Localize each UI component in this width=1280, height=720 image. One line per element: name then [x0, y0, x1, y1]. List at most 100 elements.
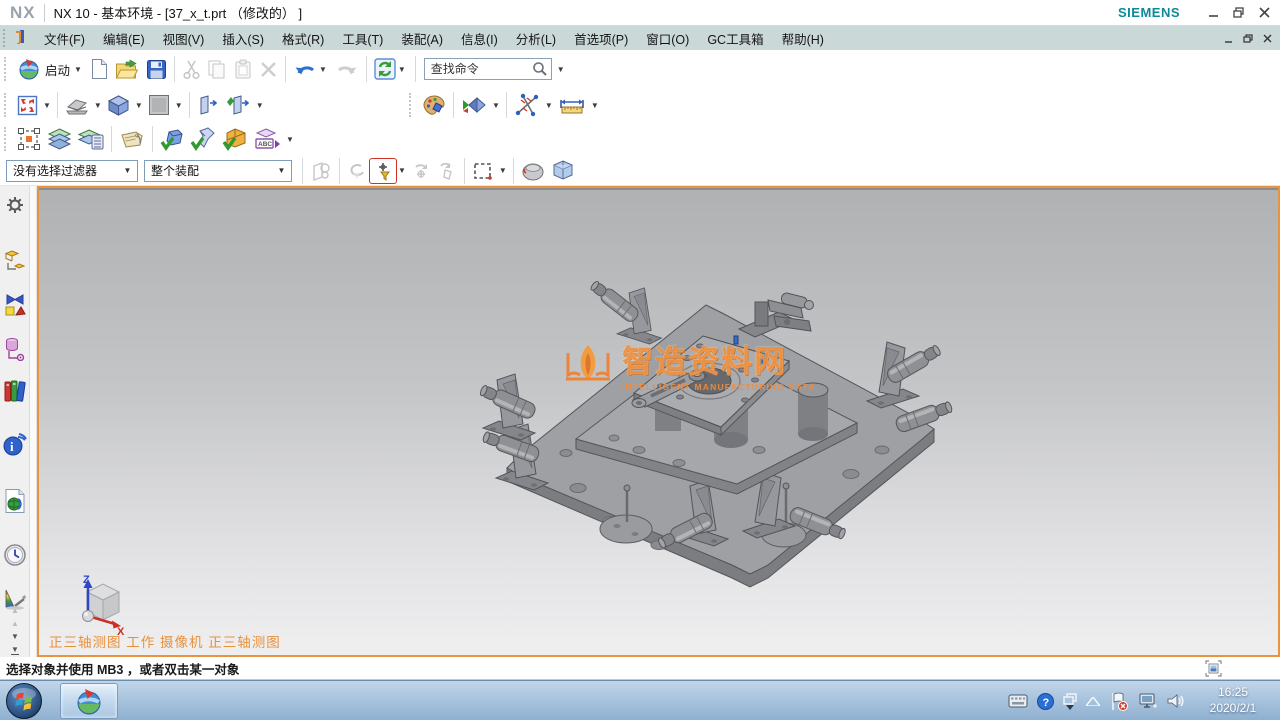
- menu-file[interactable]: 文件(F): [35, 26, 94, 51]
- check-body-button[interactable]: [157, 125, 187, 153]
- layer-visible-button[interactable]: [75, 125, 107, 153]
- doc-close-button[interactable]: [1263, 34, 1272, 43]
- scroll-end-icon[interactable]: ▼: [11, 645, 19, 655]
- minimize-button[interactable]: [1208, 7, 1219, 18]
- start-dropdown-arrow[interactable]: ▼: [74, 65, 82, 74]
- help-tray-icon[interactable]: ?: [1037, 693, 1054, 710]
- clip-section-button[interactable]: [548, 157, 578, 184]
- web-browser-tab[interactable]: [0, 486, 30, 516]
- scroll-up2-icon[interactable]: ▲: [11, 619, 19, 628]
- new-window-button[interactable]: [222, 92, 254, 118]
- part-navigator-tab[interactable]: [0, 334, 30, 364]
- menu-grip[interactable]: [3, 29, 8, 47]
- orient-dropdown-arrow[interactable]: ▼: [135, 101, 143, 110]
- menu-preferences[interactable]: 首选项(P): [565, 26, 637, 51]
- roles-gear-button[interactable]: [0, 190, 30, 220]
- rendering-style-button[interactable]: [62, 93, 92, 117]
- window-tray-item[interactable]: [1063, 693, 1077, 710]
- cut-button[interactable]: [179, 57, 204, 82]
- find-command-input[interactable]: [431, 62, 532, 76]
- snap-handle-button[interactable]: [434, 159, 460, 183]
- show-hide-dropdown-arrow[interactable]: ▼: [492, 101, 500, 110]
- search-icon[interactable]: [532, 61, 548, 77]
- open-file-button[interactable]: [112, 57, 143, 82]
- menu-gc-toolbox[interactable]: GC工具箱: [698, 26, 772, 51]
- shaded-object-button[interactable]: [518, 158, 548, 184]
- background-button[interactable]: [145, 92, 173, 118]
- check-tool-button[interactable]: [187, 125, 219, 153]
- menu-tools[interactable]: 工具(T): [333, 26, 392, 51]
- toolbar-grip[interactable]: [4, 57, 9, 81]
- internet-info-tab[interactable]: i: [0, 430, 30, 460]
- measure-dropdown-arrow[interactable]: ▼: [545, 101, 553, 110]
- snap-previous-button[interactable]: [344, 159, 370, 183]
- nx-taskbar-button[interactable]: [60, 683, 118, 719]
- clip-window-button[interactable]: [1205, 660, 1222, 680]
- filter-dropdown-arrow[interactable]: ▼: [120, 162, 135, 180]
- start-button[interactable]: [5, 682, 43, 720]
- measure-button[interactable]: [511, 91, 543, 119]
- refresh-button[interactable]: ▼: [371, 56, 411, 82]
- copy-button[interactable]: [204, 57, 230, 82]
- new-file-button[interactable]: [87, 56, 112, 82]
- text-annotation-button[interactable]: ABC: [250, 125, 284, 153]
- reuse-library-tab[interactable]: [0, 376, 30, 406]
- show-hide-button[interactable]: [458, 93, 490, 118]
- 3d-model-assembly[interactable]: [39, 188, 1280, 657]
- role-palette-button[interactable]: [419, 92, 449, 118]
- interpart-select-button[interactable]: [307, 158, 335, 184]
- undo-dropdown-arrow[interactable]: ▼: [319, 65, 327, 74]
- selection-filter-combo[interactable]: 没有选择过滤器 ▼: [6, 160, 138, 182]
- menu-insert[interactable]: 插入(S): [213, 26, 273, 51]
- doc-restore-button[interactable]: [1243, 34, 1253, 43]
- volume-tray-icon[interactable]: [1167, 693, 1185, 709]
- graphics-viewport[interactable]: 智造资料网 INTELLIGENT MANUFACTURING DATA Z: [37, 186, 1280, 657]
- dimension-button[interactable]: [555, 92, 589, 118]
- fit-view-button[interactable]: [14, 93, 41, 118]
- menu-help[interactable]: 帮助(H): [773, 26, 833, 51]
- dimension-dropdown-arrow[interactable]: ▼: [591, 101, 599, 110]
- toolbar-grip[interactable]: [409, 93, 414, 117]
- menu-window[interactable]: 窗口(O): [637, 26, 698, 51]
- menu-information[interactable]: 信息(I): [452, 26, 507, 51]
- restore-button[interactable]: [1233, 7, 1245, 18]
- scroll-down-icon[interactable]: ▼: [11, 632, 19, 641]
- menu-view[interactable]: 视图(V): [154, 26, 214, 51]
- snap-point-button[interactable]: [370, 159, 396, 183]
- marquee-dropdown-arrow[interactable]: ▼: [499, 166, 507, 175]
- marquee-select-button[interactable]: [469, 159, 497, 183]
- fit-dropdown-arrow[interactable]: ▼: [43, 101, 51, 110]
- network-tray-icon[interactable]: [1138, 693, 1158, 710]
- toolbar-grip[interactable]: [4, 93, 9, 117]
- paste-button[interactable]: [230, 57, 256, 82]
- doc-minimize-button[interactable]: [1224, 34, 1233, 43]
- move-component-button[interactable]: [14, 125, 44, 153]
- orientation-triad[interactable]: Z X: [71, 572, 127, 636]
- constraint-navigator-tab[interactable]: [0, 290, 30, 320]
- resource-bar-resize-handle[interactable]: [30, 186, 37, 657]
- action-center-flag-icon[interactable]: [1109, 692, 1129, 711]
- delete-button[interactable]: [256, 58, 281, 81]
- close-button[interactable]: [1259, 7, 1270, 18]
- note-button[interactable]: [116, 127, 148, 151]
- background-dropdown-arrow[interactable]: ▼: [175, 101, 183, 110]
- scroll-up-icon[interactable]: ▲: [11, 606, 19, 615]
- show-hidden-icons-button[interactable]: [1086, 697, 1100, 706]
- assembly-navigator-tab[interactable]: [0, 246, 30, 276]
- taskbar-clock[interactable]: 16:25 2020/2/1: [1194, 684, 1272, 716]
- save-button[interactable]: [143, 57, 170, 82]
- keyboard-tray-icon[interactable]: [1008, 694, 1028, 708]
- rendering-dropdown-arrow[interactable]: ▼: [94, 101, 102, 110]
- menu-analysis[interactable]: 分析(L): [507, 26, 565, 51]
- scope-dropdown-arrow[interactable]: ▼: [274, 162, 289, 180]
- history-tab[interactable]: [0, 540, 30, 570]
- snap-dropdown-arrow[interactable]: ▼: [398, 166, 406, 175]
- layout-dropdown-arrow[interactable]: ▼: [256, 101, 264, 110]
- undo-button[interactable]: ▼: [290, 57, 332, 81]
- row3-dropdown-arrow[interactable]: ▼: [286, 135, 294, 144]
- selection-scope-combo[interactable]: 整个装配 ▼: [144, 160, 292, 182]
- snap-rotate-button[interactable]: [408, 159, 434, 183]
- start-menu-button[interactable]: 启动▼: [14, 55, 87, 83]
- orient-view-button[interactable]: [104, 92, 133, 119]
- menu-edit[interactable]: 编辑(E): [94, 26, 154, 51]
